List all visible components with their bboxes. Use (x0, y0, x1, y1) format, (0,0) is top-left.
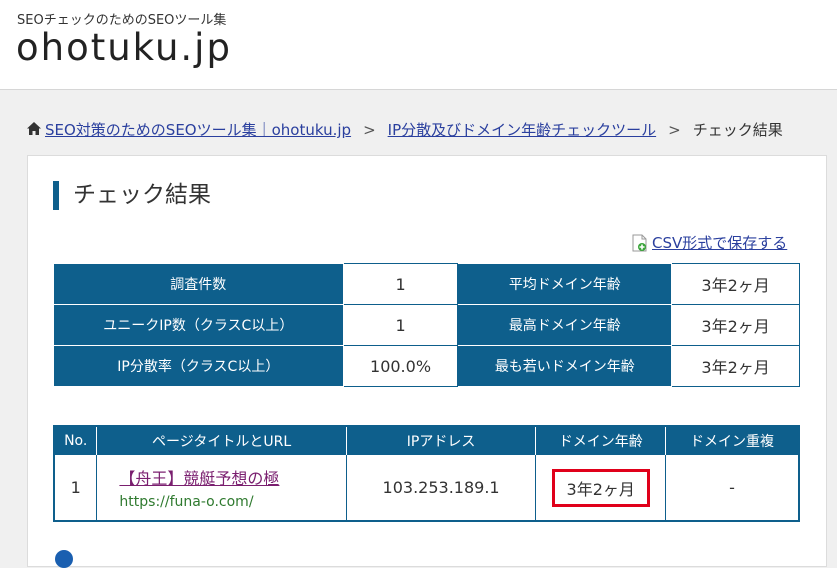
breadcrumb-tool-link[interactable]: IP分散及びドメイン年齢チェックツール (388, 119, 656, 140)
csv-save-link[interactable]: CSV形式で保存する (632, 232, 787, 253)
summary-value: 1 (342, 263, 459, 305)
row-number: 1 (54, 455, 98, 521)
page-url: https://funa-o.com/ (119, 494, 254, 510)
breadcrumb-separator: > (363, 120, 376, 139)
summary-value: 100.0% (342, 345, 459, 387)
summary-label: 調査件数 (53, 263, 344, 305)
summary-table: 調査件数 1 平均ドメイン年齢 3年2ヶ月 ユニークIP数（クラスC以上） 1 … (53, 263, 800, 387)
csv-save-label: CSV形式で保存する (652, 234, 788, 252)
table-row: 1 【舟王】競艇予想の極 https://funa-o.com/ 103.253… (54, 455, 799, 521)
breadcrumb-home-link[interactable]: SEO対策のためのSEOツール集｜ohotuku.jp (45, 119, 351, 140)
breadcrumb-current: チェック結果 (692, 121, 783, 139)
domain-age-cell: 3年2ヶ月 (535, 455, 667, 521)
summary-label: ユニークIP数（クラスC以上） (53, 304, 344, 346)
home-icon (27, 122, 41, 135)
results-header-row: No. ページタイトルとURL IPアドレス ドメイン年齢 ドメイン重複 (54, 426, 799, 455)
column-header-page: ページタイトルとURL (96, 426, 347, 455)
site-logo[interactable]: ohotuku.jp (16, 26, 232, 69)
breadcrumb: SEO対策のためのSEOツール集｜ohotuku.jp > IP分散及びドメイン… (27, 119, 783, 140)
page-title-link[interactable]: 【舟王】競艇予想の極 (119, 465, 345, 489)
column-header-age: ドメイン年齢 (535, 426, 667, 455)
results-table: No. ページタイトルとURL IPアドレス ドメイン年齢 ドメイン重複 1 【… (53, 425, 800, 522)
summary-row: IP分散率（クラスC以上） 100.0% 最も若いドメイン年齢 3年2ヶ月 (53, 345, 800, 387)
summary-label: 平均ドメイン年齢 (457, 263, 673, 305)
site-header: SEOチェックのためのSEOツール集 ohotuku.jp (0, 0, 837, 90)
page-title: チェック結果 (53, 181, 211, 210)
summary-value: 3年2ヶ月 (671, 345, 800, 387)
result-card: チェック結果 CSV形式で保存する 調査件数 1 平均ドメイン年齢 3年2ヶ月 … (27, 155, 827, 567)
page-cell: 【舟王】競艇予想の極 https://funa-o.com/ (96, 455, 347, 521)
summary-row: 調査件数 1 平均ドメイン年齢 3年2ヶ月 (53, 263, 800, 305)
summary-label: 最高ドメイン年齢 (457, 304, 673, 346)
summary-label: 最も若いドメイン年齢 (457, 345, 673, 387)
domain-duplicate: - (665, 455, 799, 521)
summary-value: 3年2ヶ月 (671, 304, 800, 346)
domain-age-highlight: 3年2ヶ月 (551, 468, 650, 507)
csv-file-icon (632, 234, 647, 251)
summary-value: 1 (342, 304, 459, 346)
summary-row: ユニークIP数（クラスC以上） 1 最高ドメイン年齢 3年2ヶ月 (53, 304, 800, 346)
ip-address: 103.253.189.1 (346, 455, 537, 521)
column-header-ip: IPアドレス (346, 426, 537, 455)
summary-value: 3年2ヶ月 (671, 263, 800, 305)
column-header-dup: ドメイン重複 (665, 426, 799, 455)
info-icon (55, 550, 73, 568)
column-header-no: No. (54, 426, 98, 455)
breadcrumb-separator: > (668, 120, 681, 139)
summary-label: IP分散率（クラスC以上） (53, 345, 344, 387)
